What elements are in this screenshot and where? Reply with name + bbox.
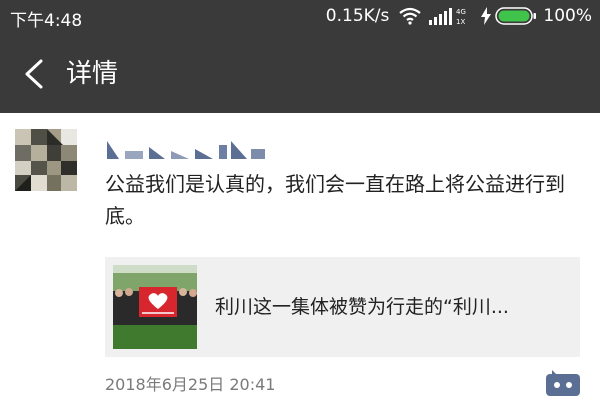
moment-detail: 公益我们是认真的，我们会一直在路上将公益进行到底。 利川这一集体被赞为行走的“利… — [0, 113, 600, 419]
comment-dots-icon — [546, 370, 580, 396]
nickname-mosaic — [107, 141, 265, 159]
back-button[interactable] — [16, 54, 56, 94]
status-bar: 下午4:48 0.15K/s 4G 1X 100% — [0, 0, 600, 34]
battery-percent: 100% — [543, 6, 592, 26]
status-time: 下午4:48 — [10, 11, 83, 31]
comment-button[interactable] — [546, 370, 580, 396]
link-thumbnail — [113, 265, 197, 349]
network-speed: 0.15K/s — [325, 6, 390, 26]
cellular-signal-icon: 4G 1X — [429, 8, 466, 26]
signal-1x-label: 1X — [456, 18, 465, 26]
avatar-image — [15, 129, 77, 191]
wifi-icon — [399, 7, 422, 25]
avatar[interactable] — [15, 129, 77, 191]
signal-4g-label: 4G — [456, 8, 466, 16]
shared-link-card[interactable]: 利川这一集体被赞为行走的“利川... — [105, 257, 580, 357]
post-timestamp: 2018年6月25日 20:41 — [105, 375, 276, 394]
nickname-pixelated[interactable] — [105, 137, 275, 161]
page-title: 详情 — [66, 59, 119, 89]
navigation-bar: 详情 — [0, 34, 600, 113]
charging-bolt-icon — [481, 7, 492, 25]
link-title: 利川这一集体被赞为行走的“利川... — [215, 296, 509, 318]
chevron-left-icon — [25, 59, 43, 89]
status-indicators: 0.15K/s 4G 1X 100% — [326, 6, 592, 26]
post-text: 公益我们是认真的，我们会一直在路上将公益进行到底。 — [105, 172, 565, 228]
group-photo-image — [113, 265, 197, 349]
battery-icon — [495, 7, 537, 25]
